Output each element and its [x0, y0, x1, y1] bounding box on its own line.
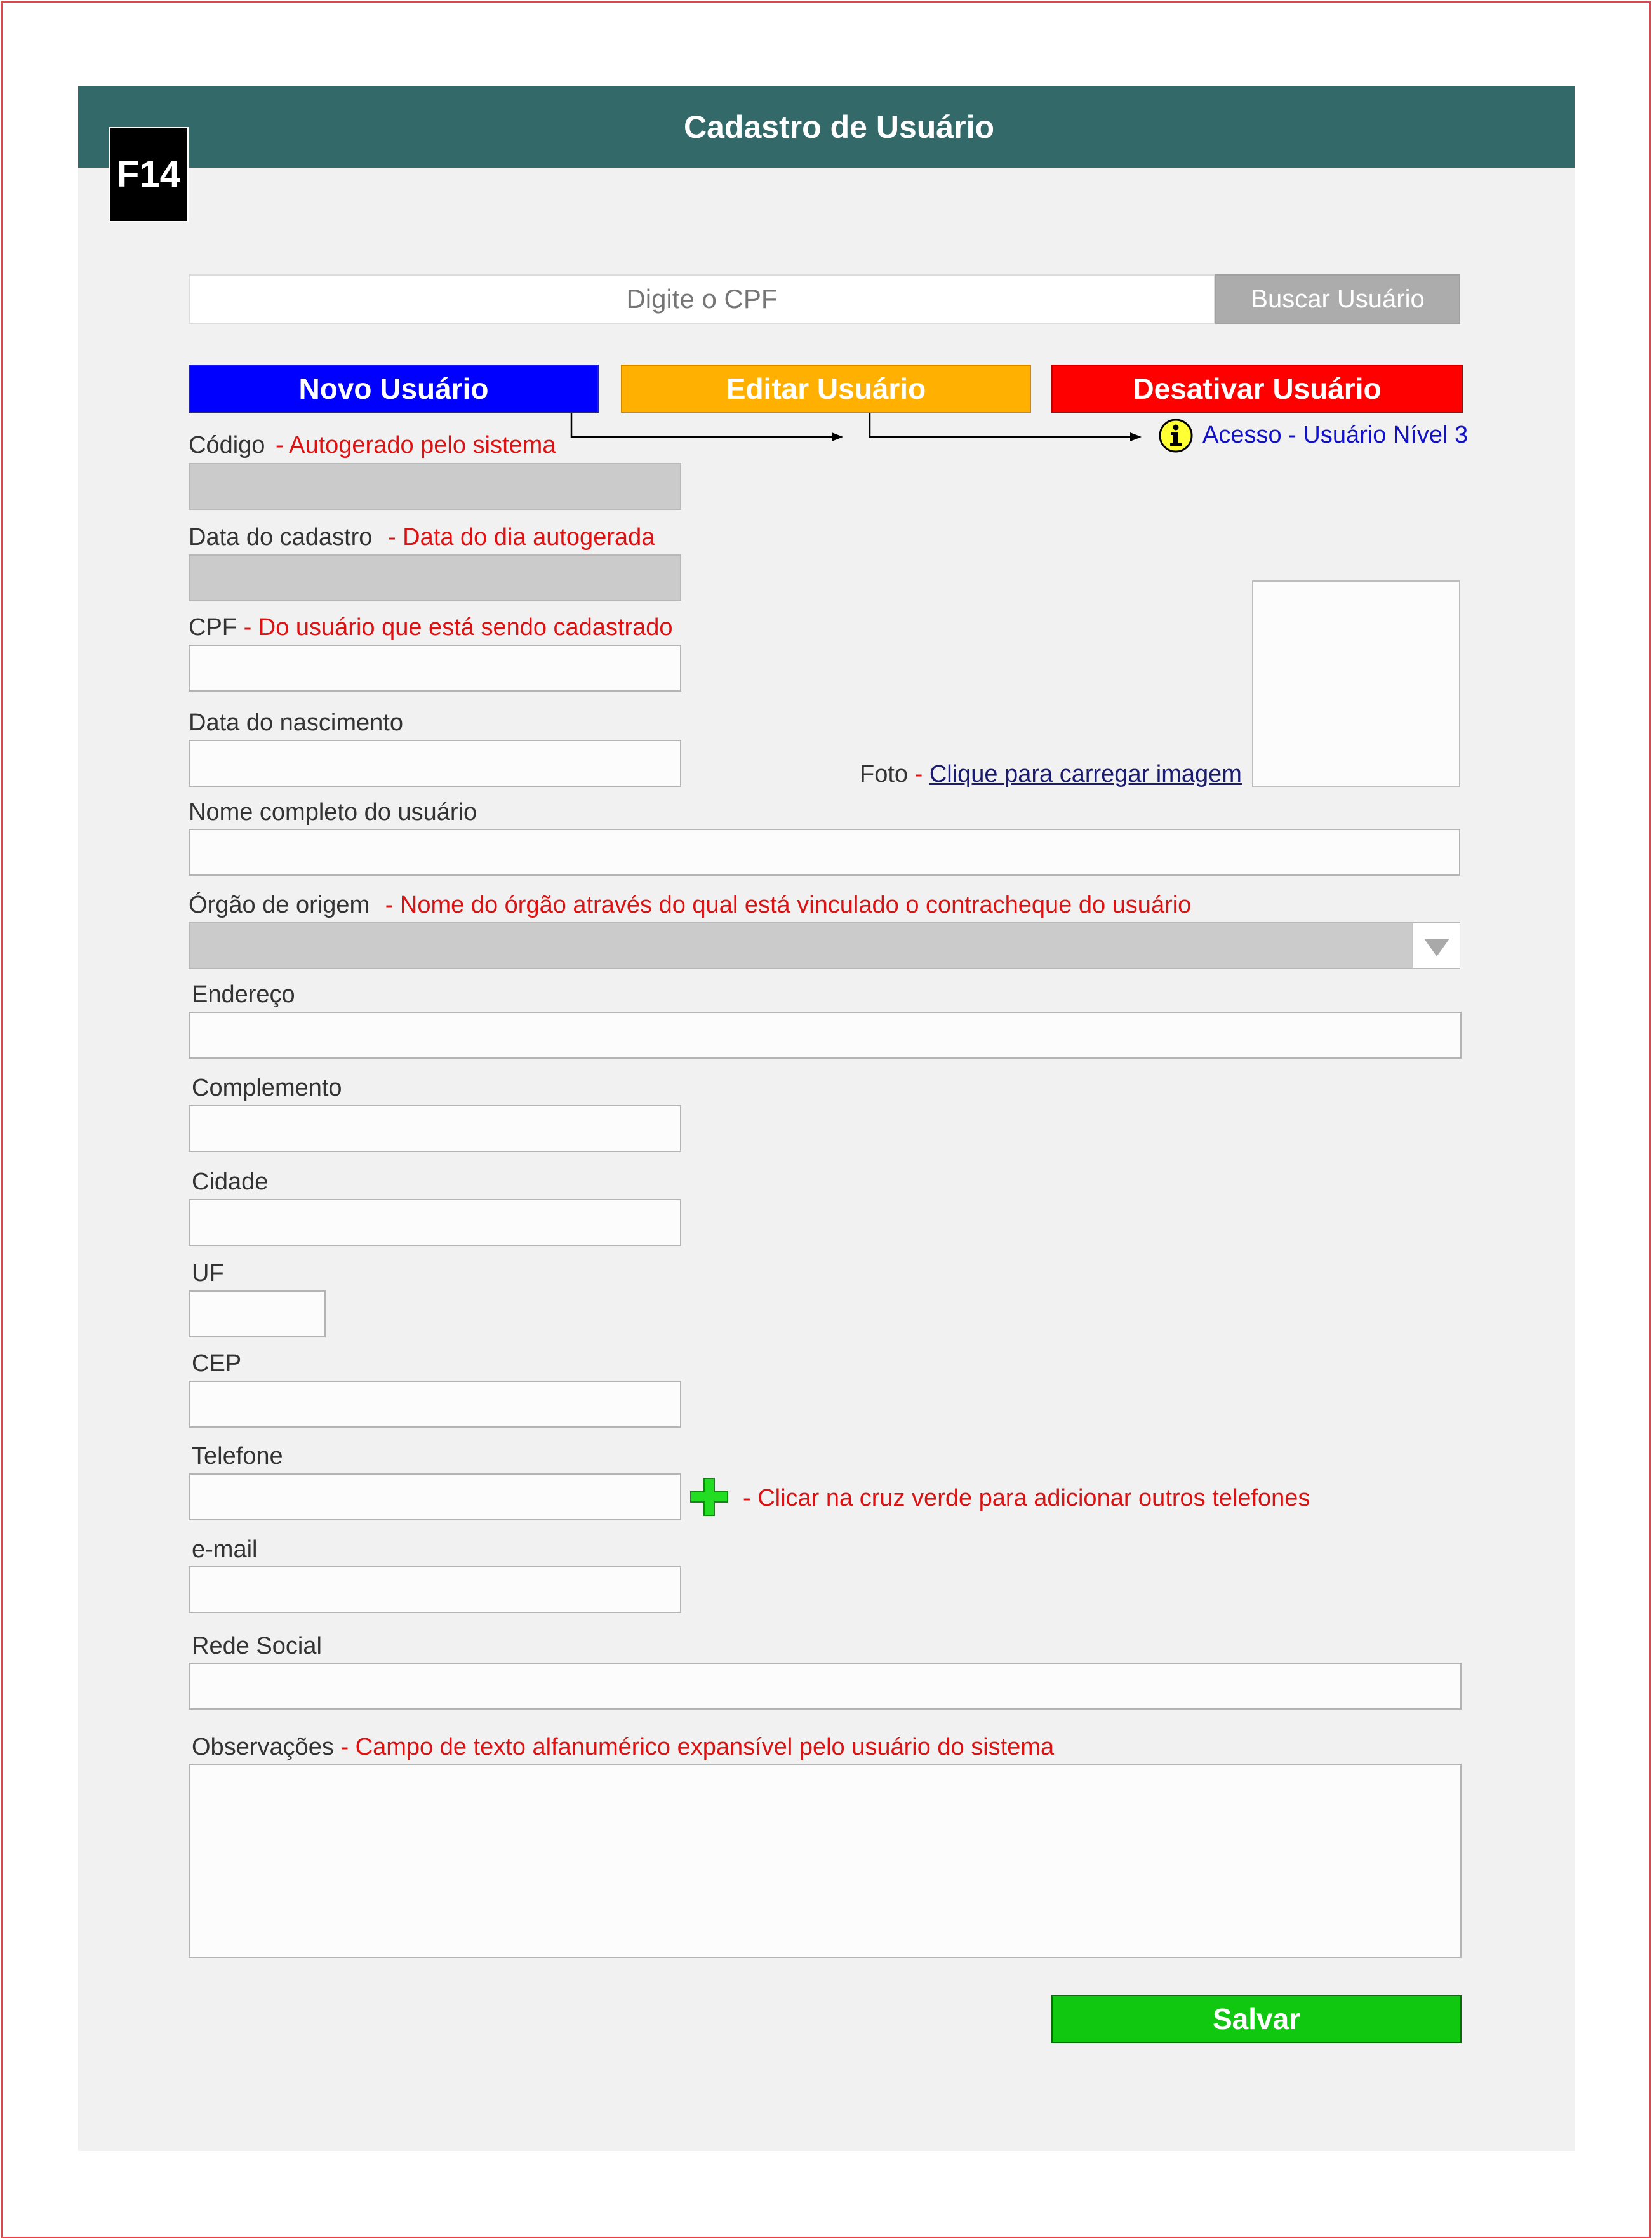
- edit-user-button[interactable]: Editar Usuário: [621, 365, 1031, 413]
- complemento-field[interactable]: [189, 1105, 681, 1152]
- foto-label-row: Foto - Clique para carregar imagem: [860, 761, 1242, 788]
- cidade-label: Cidade: [192, 1169, 269, 1195]
- complemento-label: Complemento: [192, 1075, 342, 1101]
- endereco-field[interactable]: [189, 1012, 1462, 1059]
- cpf-field[interactable]: [189, 645, 681, 692]
- search-user-button[interactable]: Buscar Usuário: [1215, 274, 1460, 324]
- endereco-label: Endereço: [192, 981, 295, 1008]
- upload-image-link[interactable]: Clique para carregar imagem: [929, 761, 1242, 787]
- observacoes-label: Observações: [192, 1734, 334, 1760]
- cpf-label-row: CPF - Do usuário que está sendo cadastra…: [189, 614, 673, 641]
- rede-social-field[interactable]: [189, 1663, 1462, 1710]
- cep-label: CEP: [192, 1350, 242, 1377]
- new-user-button[interactable]: Novo Usuário: [189, 365, 599, 413]
- screen-code-badge: F14: [110, 128, 187, 221]
- flow-arrows: [570, 413, 1142, 441]
- codigo-note: - Autogerado pelo sistema: [275, 432, 556, 459]
- codigo-label-row: Código - Autogerado pelo sistema: [189, 432, 556, 459]
- chevron-down-icon: [1424, 939, 1449, 956]
- cpf-label: CPF: [189, 614, 237, 641]
- nome-field[interactable]: [189, 829, 1460, 876]
- data-cadastro-field: [189, 554, 681, 601]
- codigo-field: [189, 463, 681, 510]
- cpf-search-input[interactable]: [189, 274, 1215, 324]
- telefone-label: Telefone: [192, 1443, 283, 1470]
- orgao-note: - Nome do órgão através do qual está vin…: [385, 892, 1192, 918]
- data-cadastro-label-row: Data do cadastro - Data do dia autogerad…: [189, 524, 655, 551]
- page-title: Cadastro de Usuário: [683, 109, 994, 145]
- telefone-field[interactable]: [189, 1473, 681, 1520]
- plus-icon[interactable]: [689, 1477, 729, 1517]
- rede-social-label: Rede Social: [192, 1633, 322, 1659]
- orgao-label: Órgão de origem: [189, 892, 370, 918]
- save-button[interactable]: Salvar: [1051, 1995, 1462, 2043]
- email-label: e-mail: [192, 1536, 258, 1563]
- arrow-edit-to-deactivate: [869, 413, 1135, 438]
- data-cadastro-note: - Data do dia autogerada: [387, 524, 655, 551]
- arrow-head-2: [1130, 432, 1142, 441]
- access-level-note: Acesso - Usuário Nível 3: [1202, 422, 1469, 448]
- orgao-label-row: Órgão de origem - Nome do órgão através …: [189, 892, 1191, 919]
- cidade-field[interactable]: [189, 1199, 681, 1246]
- arrow-new-to-edit: [570, 413, 837, 438]
- uf-field[interactable]: [189, 1290, 326, 1337]
- photo-box[interactable]: [1252, 580, 1460, 787]
- data-cadastro-label: Data do cadastro: [189, 524, 373, 551]
- telefone-note: - Clicar na cruz verde para adicionar ou…: [743, 1485, 1310, 1511]
- deactivate-user-button[interactable]: Desativar Usuário: [1051, 365, 1463, 413]
- info-icon: [1159, 419, 1193, 453]
- data-nascimento-field[interactable]: [189, 740, 681, 787]
- codigo-label: Código: [189, 432, 265, 459]
- email-field[interactable]: [189, 1566, 681, 1613]
- orgao-select[interactable]: [189, 922, 1460, 969]
- foto-dash: -: [914, 761, 923, 787]
- observacoes-textarea[interactable]: [189, 1764, 1462, 1958]
- observacoes-label-row: Observações - Campo de texto alfanuméric…: [192, 1734, 1054, 1761]
- foto-label: Foto: [860, 761, 909, 787]
- cep-field[interactable]: [189, 1381, 681, 1428]
- uf-label: UF: [192, 1260, 224, 1287]
- data-nascimento-label: Data do nascimento: [189, 709, 403, 736]
- arrow-head-1: [832, 432, 843, 441]
- orgao-dropdown-button[interactable]: [1412, 923, 1460, 968]
- cpf-note: - Do usuário que está sendo cadastrado: [243, 614, 673, 641]
- observacoes-note: - Campo de texto alfanumérico expansível…: [340, 1734, 1055, 1760]
- nome-label: Nome completo do usuário: [189, 799, 477, 826]
